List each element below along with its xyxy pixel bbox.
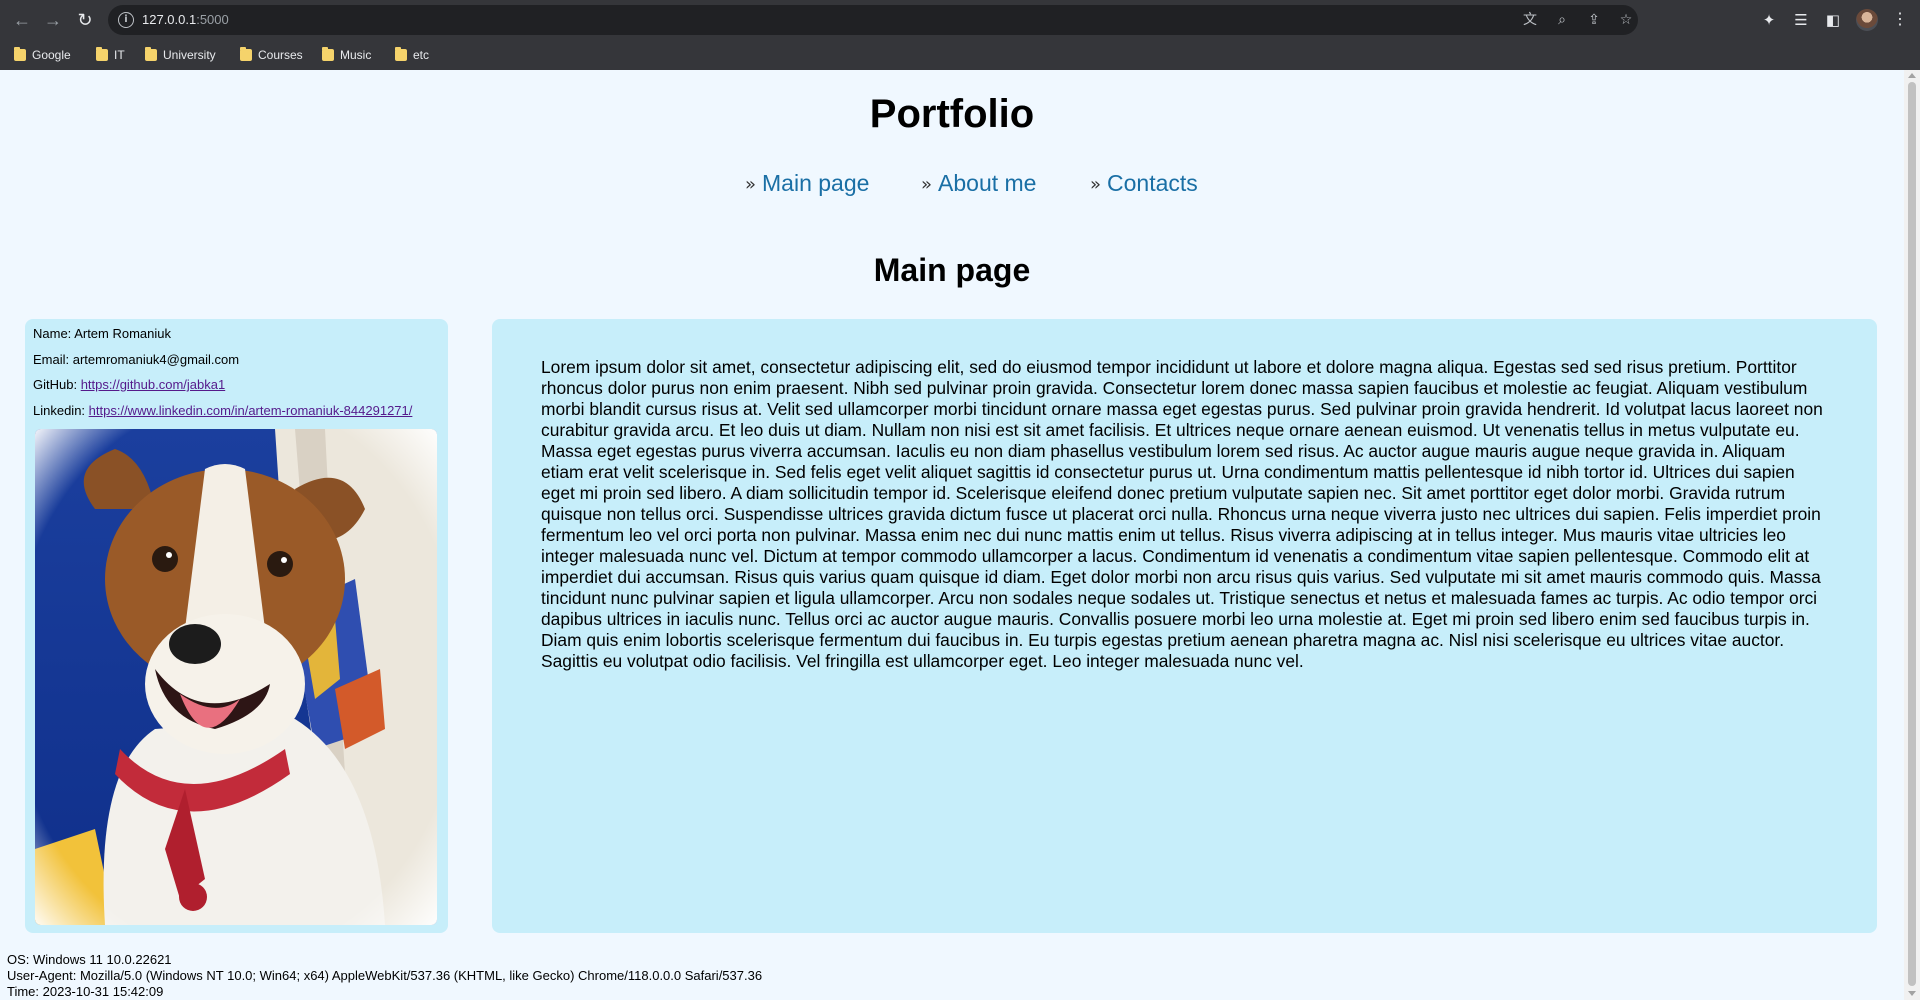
bookmark-folder-etc[interactable]: etc (393, 46, 429, 64)
side-panel-icon[interactable]: ◧ (1822, 9, 1844, 31)
translate-icon[interactable]: 文 (1522, 12, 1538, 28)
zoom-icon[interactable]: ⌕ (1554, 12, 1570, 28)
scroll-thumb[interactable] (1908, 82, 1916, 986)
bookmark-label: University (163, 48, 216, 62)
bookmark-label: Courses (258, 48, 303, 62)
folder-icon (145, 47, 157, 61)
linkedin-label: Linkedin: (33, 403, 89, 418)
bookmark-star-icon[interactable]: ☆ (1618, 12, 1634, 28)
email-value: artemromaniuk4@gmail.com (72, 352, 240, 367)
page-viewport: Portfolio » Main page » About me » Contacts… (0, 70, 1920, 1000)
url-host: 127.0.0.1 (142, 12, 197, 27)
github-link[interactable]: https://github.com/jabka1 (81, 377, 226, 392)
browser-chrome: ← → ↻ i 127.0.0.1:5000 文 ⌕ ⇪ ☆ ✦ ☰ ◧ ⋮ G… (0, 0, 1920, 70)
profile-photo (35, 429, 437, 925)
folder-icon (14, 47, 26, 61)
lorem-paragraph: Lorem ipsum dolor sit amet, consectetur … (541, 357, 1823, 671)
profile-card: Name: Artem Romaniuk Email: artemromaniu… (25, 319, 448, 933)
back-icon[interactable]: ← (10, 8, 34, 32)
menu-dots-icon[interactable]: ⋮ (1892, 8, 1908, 32)
double-chevron-icon: » (745, 174, 757, 195)
info-icon[interactable]: i (118, 12, 134, 28)
bookmarks-bar: Google IT University Courses Music etc (0, 40, 1920, 70)
name-label: Name: (33, 326, 75, 341)
linkedin-link[interactable]: https://www.linkedin.com/in/artem-romani… (89, 403, 413, 418)
folder-icon (322, 47, 334, 61)
nav-link-about-me[interactable]: » About me (921, 170, 1036, 197)
double-chevron-icon: » (1090, 174, 1102, 195)
folder-icon (96, 47, 108, 61)
bookmark-label: IT (114, 48, 125, 62)
nav-link-main-page[interactable]: » Main page (745, 170, 869, 197)
github-label: GitHub: (33, 377, 81, 392)
footer-os: OS: Windows 11 10.0.22621 (7, 952, 172, 967)
system-info-footer: OS: Windows 11 10.0.22621 User-Agent: Mo… (7, 952, 762, 1000)
reload-icon[interactable]: ↻ (73, 8, 97, 32)
bookmark-label: etc (413, 48, 430, 62)
bookmark-folder-courses[interactable]: Courses (238, 46, 303, 64)
extensions-puzzle-icon[interactable]: ✦ (1758, 9, 1780, 31)
page-title: Portfolio (869, 92, 1035, 136)
double-chevron-icon: » (921, 174, 933, 195)
forward-icon[interactable]: → (41, 8, 65, 32)
scroll-up-arrow-icon[interactable] (1908, 73, 1916, 78)
reading-list-icon[interactable]: ☰ (1790, 9, 1812, 31)
share-icon[interactable]: ⇪ (1586, 12, 1602, 28)
address-bar[interactable]: i 127.0.0.1:5000 文 ⌕ ⇪ ☆ (108, 5, 1638, 35)
folder-icon (395, 47, 407, 61)
profile-github: GitHub: https://github.com/jabka1 (33, 377, 225, 392)
profile-email: Email: artemromaniuk4@gmail.com (33, 352, 239, 367)
bookmark-folder-university[interactable]: University (143, 46, 216, 64)
name-value: Artem Romaniuk (74, 326, 171, 341)
bookmark-folder-it[interactable]: IT (94, 46, 125, 64)
browser-toolbar: ← → ↻ i 127.0.0.1:5000 文 ⌕ ⇪ ☆ ✦ ☰ ◧ ⋮ (0, 0, 1920, 40)
bookmark-folder-music[interactable]: Music (320, 46, 371, 64)
footer-user-agent: User-Agent: Mozilla/5.0 (Windows NT 10.0… (7, 968, 763, 983)
dog-photo-illustration (35, 429, 437, 925)
bookmark-label: Google (32, 48, 71, 62)
main-nav: » Main page » About me » Contacts (0, 170, 1904, 210)
profile-name: Name: Artem Romaniuk (33, 326, 171, 341)
nav-link-contacts[interactable]: » Contacts (1090, 170, 1198, 197)
email-label: Email: (33, 352, 73, 367)
scroll-down-arrow-icon[interactable] (1908, 991, 1916, 996)
url-port: :5000 (196, 12, 229, 27)
nav-link-label: Main page (762, 170, 870, 196)
profile-linkedin: Linkedin: https://www.linkedin.com/in/ar… (33, 403, 412, 418)
bookmark-folder-google[interactable]: Google (12, 46, 71, 64)
bookmark-label: Music (340, 48, 372, 62)
address-url[interactable]: 127.0.0.1:5000 (142, 12, 229, 27)
profile-avatar-icon[interactable] (1856, 9, 1878, 31)
footer-time: Time: 2023-10-31 15:42:09 (7, 984, 164, 999)
folder-icon (240, 47, 252, 61)
nav-link-label: Contacts (1107, 170, 1198, 196)
content-card: Lorem ipsum dolor sit amet, consectetur … (492, 319, 1877, 933)
section-title: Main page (873, 252, 1031, 288)
nav-link-label: About me (938, 170, 1037, 196)
page-scrollbar[interactable] (1904, 70, 1920, 1000)
